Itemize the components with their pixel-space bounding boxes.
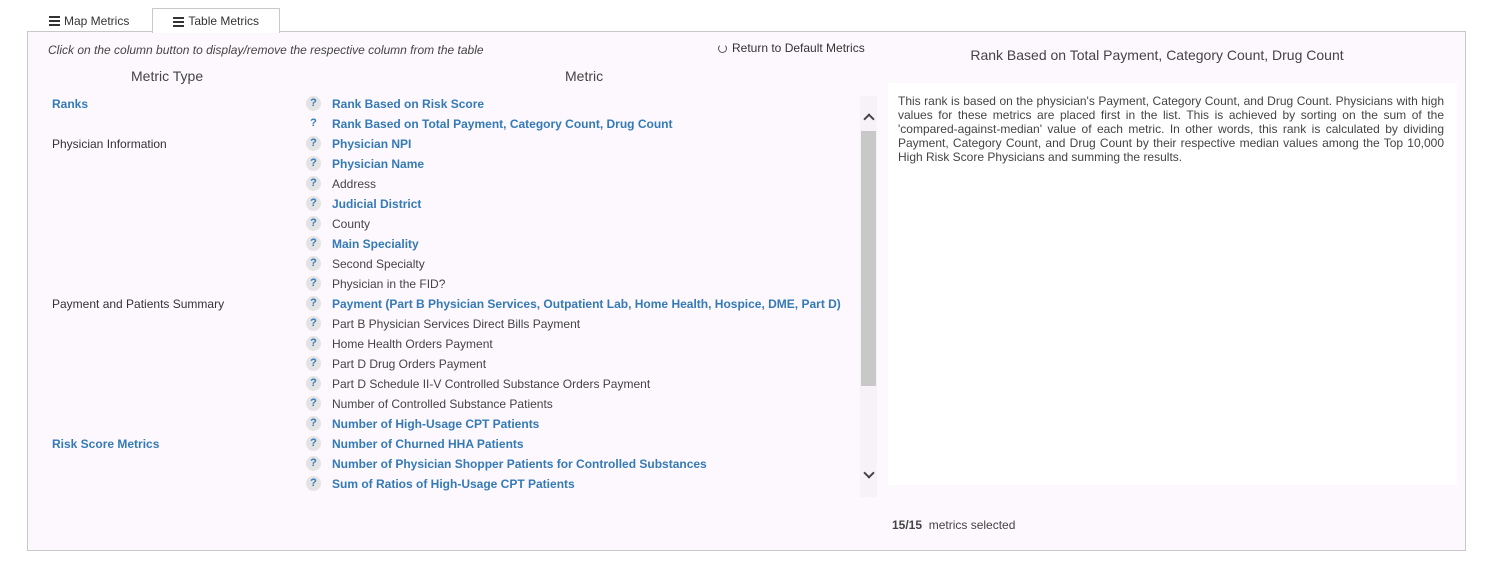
metric-toggle[interactable]: Number of Churned HHA Patients xyxy=(332,437,524,451)
selection-count: 15/15 metrics selected xyxy=(892,518,1015,532)
table-row: Risk Score Metrics? Number of Churned HHA… xyxy=(28,433,860,453)
metric-category-label[interactable]: Physician Information xyxy=(52,137,167,151)
metric-category-label[interactable]: Payment and Patients Summary xyxy=(52,297,224,311)
tab-label: Map Metrics xyxy=(64,13,130,28)
help-icon[interactable]: ? xyxy=(306,96,321,111)
metric-toggle[interactable]: Part B Physician Services Direct Bills P… xyxy=(332,317,580,331)
table-row: ? Second Specialty xyxy=(28,253,860,273)
scrollbar-thumb[interactable] xyxy=(861,131,876,386)
menu-icon xyxy=(173,16,185,27)
metric-toggle[interactable]: Main Speciality xyxy=(332,237,419,251)
metric-toggle[interactable]: Number of Controlled Substance Patients xyxy=(332,397,553,411)
metric-toggle[interactable]: Address xyxy=(332,177,376,191)
description-box: This rank is based on the physician's Pa… xyxy=(888,83,1457,485)
help-icon[interactable]: ? xyxy=(306,276,321,291)
return-to-default-label: Return to Default Metrics xyxy=(732,41,865,55)
help-icon[interactable]: ? xyxy=(306,196,321,211)
metric-toggle[interactable]: Judicial District xyxy=(332,197,421,211)
chevron-down-icon xyxy=(862,466,875,479)
metric-header: Metric xyxy=(565,68,604,84)
help-icon[interactable]: ? xyxy=(306,296,321,311)
metric-toggle[interactable]: Physician Name xyxy=(332,157,424,171)
help-icon[interactable]: ? xyxy=(306,456,321,471)
table-row: ? Physician in the FID? xyxy=(28,273,860,293)
description-text: This rank is based on the physician's Pa… xyxy=(898,94,1444,164)
metric-type-header: Metric Type xyxy=(131,68,204,84)
metric-toggle[interactable]: Number of High-Usage CPT Patients xyxy=(332,417,539,431)
table-row: Payment and Patients Summary? Payment (Pa… xyxy=(28,293,860,313)
table-row: ? Address xyxy=(28,173,860,193)
help-icon[interactable]: ? xyxy=(306,336,321,351)
table-row: ? Judicial District xyxy=(28,193,860,213)
table-row: ? Main Speciality xyxy=(28,233,860,253)
chevron-up-icon xyxy=(862,112,875,125)
table-row: ? Rank Based on Total Payment, Category C… xyxy=(28,113,860,133)
metric-toggle[interactable]: Home Health Orders Payment xyxy=(332,337,493,351)
scroll-up-button[interactable] xyxy=(860,108,877,125)
tab-bar: Map Metrics Table Metrics xyxy=(28,8,282,33)
help-icon[interactable]: ? xyxy=(306,116,321,131)
table-metrics-panel: Click on the column button to display/re… xyxy=(27,31,1466,551)
table-row: ? Part D Drug Orders Payment xyxy=(28,353,860,373)
metric-toggle[interactable]: Part D Drug Orders Payment xyxy=(332,357,486,371)
metric-category-label[interactable]: Risk Score Metrics xyxy=(52,437,159,451)
table-row: ? Sum of Ratios of High-Usage CPT Patient… xyxy=(28,473,860,493)
metric-toggle[interactable]: Payment (Part B Physician Services, Outp… xyxy=(332,297,841,311)
metric-toggle[interactable]: Physician NPI xyxy=(332,137,411,151)
selected-count-label: metrics selected xyxy=(928,518,1016,532)
tab-label: Table Metrics xyxy=(188,14,260,28)
help-icon[interactable]: ? xyxy=(306,396,321,411)
help-icon[interactable]: ? xyxy=(306,416,321,431)
metric-category-label[interactable]: Ranks xyxy=(52,97,88,111)
help-icon[interactable]: ? xyxy=(306,256,321,271)
metric-toggle[interactable]: Number of Physician Shopper Patients for… xyxy=(332,457,707,471)
table-row: ? Part B Physician Services Direct Bills … xyxy=(28,313,860,333)
metric-toggle[interactable]: Physician in the FID? xyxy=(332,277,445,291)
metric-list-scrollbar[interactable] xyxy=(860,96,877,497)
help-icon[interactable]: ? xyxy=(306,216,321,231)
metric-toggle[interactable]: Part D Schedule II-V Controlled Substanc… xyxy=(332,377,650,391)
metric-toggle[interactable]: County xyxy=(332,217,370,231)
metric-toggle[interactable]: Second Specialty xyxy=(332,257,425,271)
metric-toggle[interactable]: Rank Based on Total Payment, Category Co… xyxy=(332,117,672,131)
table-row: ? Part D Schedule II-V Controlled Substan… xyxy=(28,373,860,393)
instruction-text: Click on the column button to display/re… xyxy=(48,43,484,57)
table-row: ? County xyxy=(28,213,860,233)
menu-icon xyxy=(49,16,60,26)
help-icon[interactable]: ? xyxy=(306,476,321,491)
metric-list: Ranks? Rank Based on Risk Score? Rank Base… xyxy=(28,93,860,493)
tab-map-metrics[interactable]: Map Metrics xyxy=(28,8,150,32)
help-icon[interactable]: ? xyxy=(306,156,321,171)
scroll-down-button[interactable] xyxy=(860,466,877,483)
description-title: Rank Based on Total Payment, Category Co… xyxy=(970,47,1344,63)
tab-table-metrics[interactable]: Table Metrics xyxy=(152,8,281,33)
table-row: Physician Information? Physician NPI xyxy=(28,133,860,153)
refresh-icon xyxy=(718,43,727,53)
table-row: ? Number of Controlled Substance Patients xyxy=(28,393,860,413)
help-icon[interactable]: ? xyxy=(306,436,321,451)
help-icon[interactable]: ? xyxy=(306,176,321,191)
table-row: ? Home Health Orders Payment xyxy=(28,333,860,353)
table-row: ? Physician Name xyxy=(28,153,860,173)
help-icon[interactable]: ? xyxy=(306,236,321,251)
help-icon[interactable]: ? xyxy=(306,136,321,151)
table-row: ? Number of High-Usage CPT Patients xyxy=(28,413,860,433)
help-icon[interactable]: ? xyxy=(306,316,321,331)
table-row: ? Number of Physician Shopper Patients fo… xyxy=(28,453,860,473)
table-row: Ranks? Rank Based on Risk Score xyxy=(28,93,860,113)
metric-toggle[interactable]: Rank Based on Risk Score xyxy=(332,97,484,111)
help-icon[interactable]: ? xyxy=(306,356,321,371)
selected-count-value: 15/15 xyxy=(892,518,923,532)
return-to-default-button[interactable]: Return to Default Metrics xyxy=(718,41,865,55)
help-icon[interactable]: ? xyxy=(306,376,321,391)
metric-toggle[interactable]: Sum of Ratios of High-Usage CPT Patients xyxy=(332,477,575,491)
